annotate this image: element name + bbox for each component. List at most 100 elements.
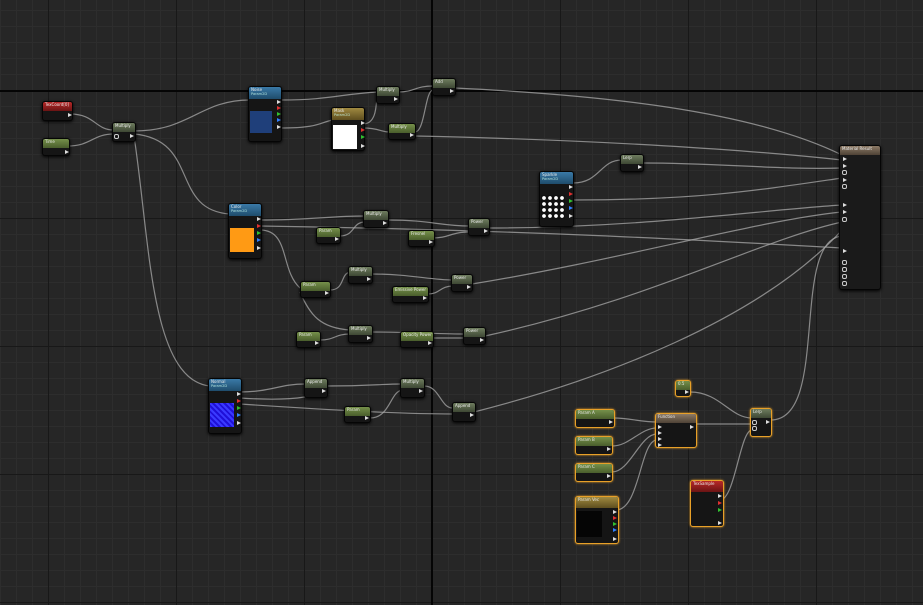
output-pin-b[interactable] — [613, 528, 617, 532]
output-pin[interactable] — [690, 425, 694, 429]
node-material-result[interactable]: Material Result — [839, 145, 881, 290]
input-pin-metallic[interactable] — [843, 164, 847, 168]
node-normal-texture[interactable]: Normal Param2D — [208, 378, 242, 434]
output-pin[interactable] — [766, 420, 770, 424]
output-pin[interactable] — [367, 336, 371, 340]
output-pin-r[interactable] — [613, 516, 617, 520]
output-pin-b[interactable] — [569, 206, 573, 210]
output-pin[interactable] — [423, 296, 427, 300]
input-pin-specular[interactable] — [842, 170, 847, 175]
output-pin-g[interactable] — [718, 508, 722, 512]
output-pin-a[interactable] — [361, 144, 365, 148]
node-color-texture[interactable]: Color Param2D — [228, 203, 262, 259]
node-multiply-f[interactable]: Multiply — [348, 325, 373, 343]
output-pin[interactable] — [607, 447, 611, 451]
output-pin[interactable] — [638, 165, 642, 169]
node-time[interactable]: Time — [42, 138, 70, 156]
node-power-b[interactable]: Power — [451, 274, 473, 292]
node-param-c[interactable]: Param — [296, 331, 321, 348]
node-noise-texture[interactable]: Noise Param2D — [248, 86, 282, 142]
input-pin-anisotropy[interactable] — [842, 184, 847, 189]
output-pin-r[interactable] — [569, 192, 573, 196]
output-pin[interactable] — [609, 420, 613, 424]
output-pin[interactable] — [322, 389, 326, 393]
output-pin-b[interactable] — [277, 118, 281, 122]
input-pin[interactable] — [752, 420, 757, 425]
output-pin[interactable] — [480, 338, 484, 342]
output-pin-r[interactable] — [257, 224, 261, 228]
output-pin[interactable] — [450, 89, 454, 93]
output-pin[interactable] — [367, 277, 371, 281]
output-pin[interactable] — [470, 413, 474, 417]
node-multiply-c[interactable]: Multiply — [388, 123, 416, 140]
output-pin[interactable] — [68, 113, 72, 117]
node-material-function[interactable]: Function — [655, 413, 697, 448]
output-pin-g[interactable] — [277, 112, 281, 116]
output-pin[interactable] — [428, 341, 432, 345]
output-pin[interactable] — [484, 229, 488, 233]
output-pin[interactable] — [685, 390, 689, 394]
output-pin[interactable] — [429, 240, 433, 244]
input-pin[interactable] — [752, 426, 757, 431]
input-pin-opacity-mask[interactable] — [842, 217, 847, 222]
input-pin[interactable] — [658, 443, 662, 447]
output-pin[interactable] — [410, 133, 414, 137]
node-multiply-d[interactable]: Multiply — [363, 210, 389, 228]
node-append-b[interactable]: Append — [452, 402, 476, 422]
node-scalar-param-a[interactable]: Param A — [575, 409, 615, 428]
output-pin-g[interactable] — [569, 199, 573, 203]
input-pin[interactable] — [658, 425, 662, 429]
node-sparkle-texture[interactable]: Sparkle Param2D — [539, 171, 574, 227]
input-pin-base-color[interactable] — [843, 157, 847, 161]
output-pin-a[interactable] — [718, 521, 722, 525]
node-vector-param[interactable]: Param Vec — [575, 496, 619, 544]
output-pin-rgb[interactable] — [257, 217, 261, 221]
output-pin[interactable] — [718, 494, 722, 498]
output-pin[interactable] — [365, 416, 369, 420]
output-pin-a[interactable] — [257, 246, 261, 250]
input-pin[interactable] — [658, 431, 662, 435]
output-pin[interactable] — [607, 474, 611, 478]
output-pin-b[interactable] — [237, 413, 241, 417]
output-pin-a[interactable] — [569, 214, 573, 218]
output-pin-rgb[interactable] — [237, 392, 241, 396]
node-mask-texture[interactable]: Mask Param2D — [331, 107, 365, 151]
node-lerp-b[interactable]: Lerp — [750, 408, 772, 437]
node-multiply-b[interactable]: Multiply — [376, 86, 400, 104]
input-pin[interactable] — [658, 437, 662, 441]
input-pin-normal[interactable] — [843, 249, 847, 253]
node-emissive-power[interactable]: Emissive Power — [392, 286, 429, 303]
input-pin-emissive[interactable] — [843, 203, 847, 207]
output-pin-rgb[interactable] — [613, 510, 617, 514]
input-pin-subsurface[interactable] — [842, 274, 847, 279]
output-pin[interactable] — [65, 150, 69, 154]
output-pin-r[interactable] — [237, 399, 241, 403]
output-pin-r[interactable] — [361, 128, 365, 132]
output-pin-a[interactable] — [613, 537, 617, 541]
node-constant[interactable]: 0.5 — [675, 380, 691, 397]
output-pin-rgb[interactable] — [361, 121, 365, 125]
output-pin-g[interactable] — [237, 406, 241, 410]
node-multiply-g[interactable]: Multiply — [400, 378, 425, 398]
input-pin-roughness[interactable] — [843, 178, 847, 182]
output-pin-r[interactable] — [277, 106, 281, 110]
node-param-d[interactable]: Param — [344, 406, 371, 423]
material-graph-canvas[interactable]: TexCoord[0] Time Multiply Noise Param2D M… — [0, 0, 923, 605]
output-pin-g[interactable] — [361, 135, 365, 139]
output-pin[interactable] — [325, 291, 329, 295]
output-pin-b[interactable] — [257, 238, 261, 242]
node-texcoord[interactable]: TexCoord[0] — [42, 101, 73, 121]
output-pin-a[interactable] — [237, 421, 241, 425]
node-multiply-a[interactable]: Multiply — [112, 122, 136, 142]
output-pin[interactable] — [419, 389, 423, 393]
node-param-a[interactable]: Param — [316, 227, 341, 244]
input-pin[interactable] — [114, 134, 119, 139]
output-pin[interactable] — [130, 134, 134, 138]
output-pin[interactable] — [335, 237, 339, 241]
input-pin-ao[interactable] — [842, 281, 847, 286]
output-pin-g[interactable] — [257, 231, 261, 235]
input-pin-wpo[interactable] — [842, 267, 847, 272]
node-scalar-param-c[interactable]: Param C — [575, 463, 613, 482]
node-power-c[interactable]: Power — [463, 327, 486, 345]
output-pin[interactable] — [315, 341, 319, 345]
